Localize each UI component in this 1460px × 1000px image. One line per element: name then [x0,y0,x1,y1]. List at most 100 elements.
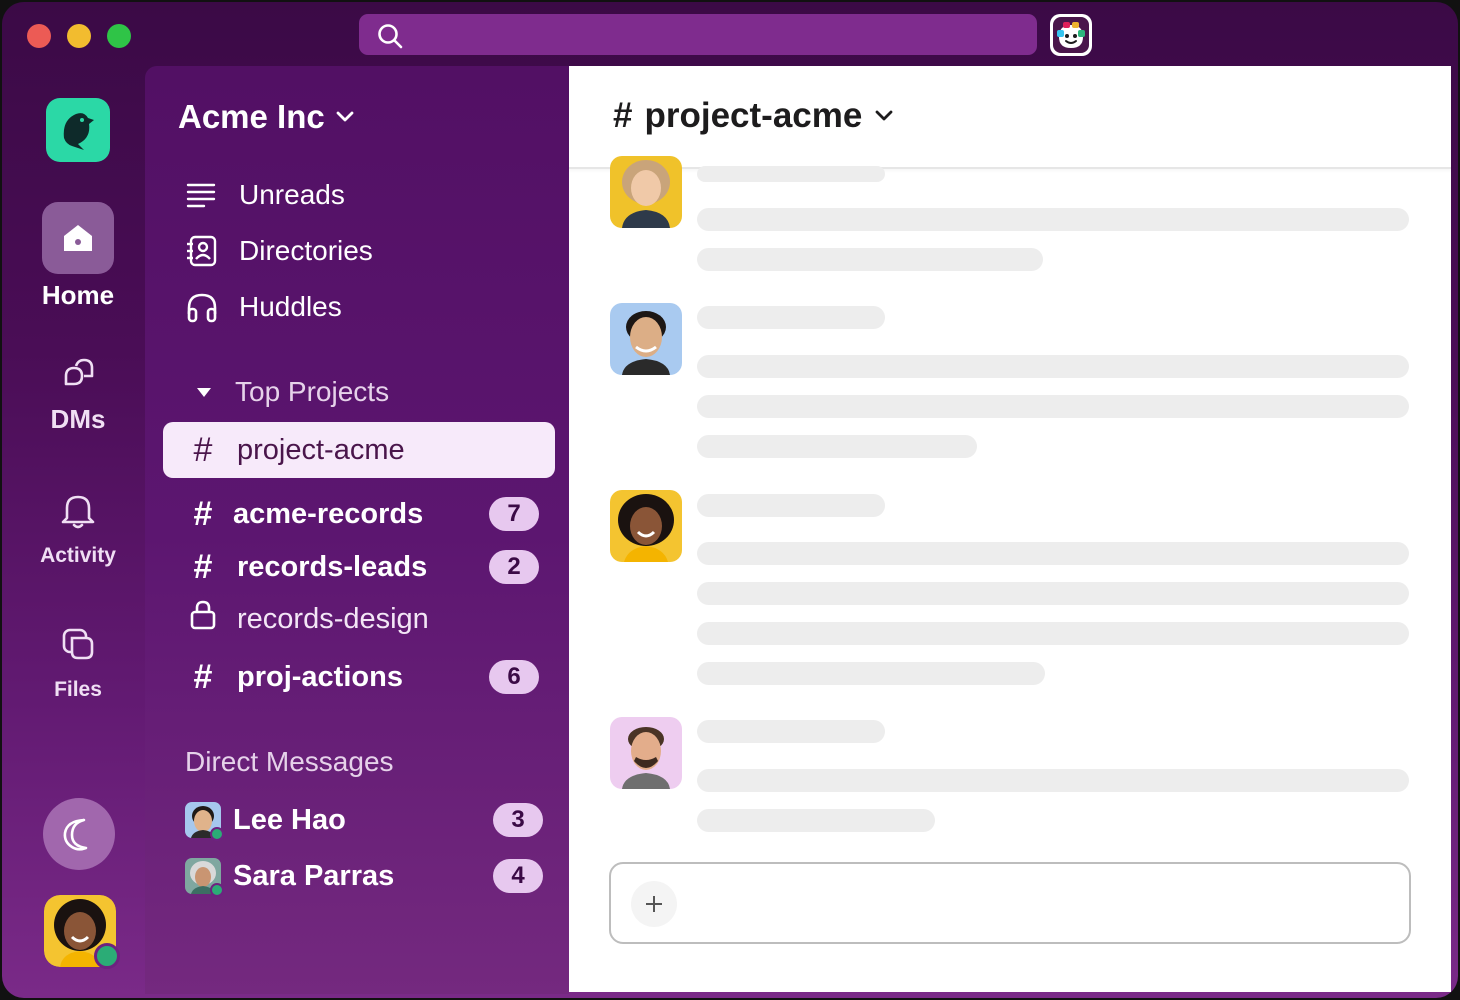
bell-icon [61,495,95,529]
message-composer[interactable] [609,862,1411,944]
section-direct-messages-label: Direct Messages [185,746,394,777]
unreads-icon [186,183,216,208]
attach-button[interactable] [631,881,677,927]
channel-name: records-leads [237,550,428,583]
section-top-projects[interactable]: Top Projects [195,376,389,408]
channel-name: project-acme [237,433,405,466]
skeleton-line [697,395,1409,418]
skeleton-line [697,582,1409,605]
skeleton-line [697,720,885,743]
nav-unreads[interactable]: Unreads [185,178,345,212]
skeleton-line [697,435,977,458]
unread-badge: 2 [489,550,539,584]
dm-name: Lee Hao [233,803,346,836]
app-window: Home DMs Activity Files Acme Inc Unreads… [2,2,1458,998]
nav-directories-label: Directories [239,235,373,266]
nav-directories[interactable]: Directories [185,234,373,268]
channel-view: # project-acme [569,66,1451,992]
channel-item-project-acme[interactable]: # project-acme [163,422,555,478]
dm-name: Sara Parras [233,859,395,892]
dms-button[interactable] [42,338,114,410]
rail-activity[interactable]: Activity [22,474,134,568]
close-window-button[interactable] [27,24,51,48]
skeleton-line [697,166,885,182]
chevron-down-icon [875,110,893,121]
directories-icon [187,235,217,267]
dm-avatar [185,858,224,897]
user-presence-dot [94,943,120,969]
channel-header: # project-acme [569,66,1451,169]
skeleton-line [697,809,935,832]
skeleton-line [697,494,885,517]
nav-huddles-label: Huddles [239,291,342,322]
section-direct-messages[interactable]: Direct Messages [185,746,394,778]
nav-huddles[interactable]: Huddles [185,290,342,324]
minimize-window-button[interactable] [67,24,91,48]
moon-icon [63,818,88,851]
rail-dms[interactable]: DMs [22,338,134,435]
dm-item-lee-hao[interactable]: Lee Hao 3 [167,794,559,846]
presence-dot [210,883,224,897]
headphones-icon [187,293,217,323]
message-avatar[interactable] [610,303,682,375]
skeleton-line [697,662,1045,685]
skeleton-line [697,622,1409,645]
unread-badge: 4 [493,859,543,893]
channel-item-records-leads[interactable]: # records-leads 2 [163,541,555,593]
caret-down-icon [197,388,211,397]
home-icon [64,225,92,251]
section-top-projects-label: Top Projects [235,376,390,407]
home-label: Home [41,280,115,310]
hash-icon: # [193,494,213,533]
nav-unreads-label: Unreads [239,179,345,210]
channel-item-records-design[interactable]: records-design [163,593,555,645]
rail-home[interactable]: Home [22,202,134,311]
presence-dot [210,827,224,841]
files-label: Files [54,678,102,701]
skeleton-line [697,208,1409,231]
home-button[interactable] [42,202,114,274]
channel-item-proj-actions[interactable]: # proj-actions 6 [163,651,555,703]
channel-name: acme-records [233,497,424,530]
activity-button[interactable] [42,474,114,546]
channel-title-button[interactable]: # project-acme [613,96,894,136]
dms-icon [64,358,94,386]
hash-icon: # [613,96,633,135]
plus-icon [646,896,662,912]
message-avatar[interactable] [610,156,682,228]
activity-label: Activity [40,544,116,567]
search-input[interactable] [359,14,1037,55]
help-icon[interactable] [1050,14,1092,56]
search-icon [378,24,403,49]
skeleton-line [697,306,885,329]
current-user-avatar[interactable] [44,895,120,969]
rail-files[interactable]: Files [22,608,134,702]
message-avatar[interactable] [610,490,682,562]
files-icon [62,628,94,660]
hash-icon: # [193,430,213,469]
unread-badge: 6 [489,660,539,694]
unread-badge: 3 [493,803,543,837]
hash-icon: # [193,657,213,696]
unread-badge: 7 [489,497,539,531]
dark-mode-toggle[interactable] [43,798,115,870]
dms-label: DMs [50,404,106,434]
bird-logo-icon [63,113,94,150]
channel-item-acme-records[interactable]: # acme-records 7 [163,488,555,540]
channel-sidebar: Acme Inc Unreads Directories Huddles Top… [145,66,569,994]
channel-name: records-design [237,602,429,635]
skeleton-line [697,542,1409,565]
files-button[interactable] [42,608,114,680]
channel-title: project-acme [644,96,863,135]
workspace-logo[interactable] [46,98,110,162]
skeleton-line [697,248,1043,271]
lock-icon [183,599,223,640]
zoom-window-button[interactable] [107,24,131,48]
dm-avatar [185,802,224,841]
workspace-switcher[interactable]: Acme Inc [178,98,355,136]
skeleton-line [697,355,1409,378]
skeleton-line [697,769,1409,792]
dm-item-sara-parras[interactable]: Sara Parras 4 [167,850,559,902]
message-avatar[interactable] [610,717,682,789]
hash-icon: # [193,547,213,586]
